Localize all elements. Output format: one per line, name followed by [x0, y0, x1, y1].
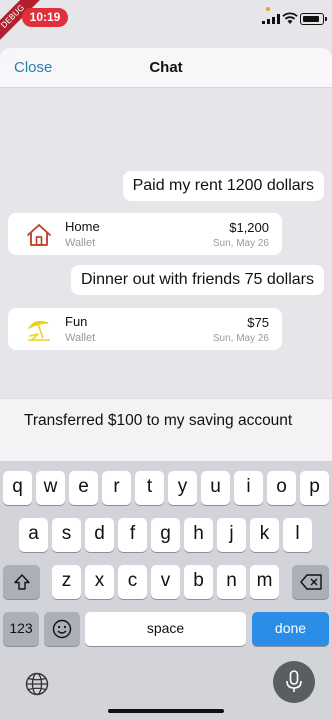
shift-key[interactable]	[3, 565, 40, 599]
key-v[interactable]: v	[151, 565, 180, 599]
key-r[interactable]: r	[102, 471, 131, 505]
message-input-text[interactable]: Transferred $100 to my saving account	[24, 410, 314, 431]
key-z[interactable]: z	[52, 565, 81, 599]
transaction-amount: $1,200	[229, 220, 269, 235]
transaction-amount: $75	[247, 315, 269, 330]
transaction-category: Fun	[65, 314, 88, 329]
beach-umbrella-icon	[27, 320, 50, 341]
shift-icon	[13, 574, 30, 590]
key-a[interactable]: a	[19, 518, 48, 552]
house-icon	[27, 224, 51, 246]
chat-header: Close Chat	[0, 48, 332, 88]
delete-key[interactable]	[292, 565, 329, 599]
wifi-icon	[282, 12, 298, 24]
space-key[interactable]: space	[85, 612, 246, 646]
key-y[interactable]: y	[168, 471, 197, 505]
dictation-button[interactable]	[273, 661, 315, 703]
key-m[interactable]: m	[250, 565, 279, 599]
battery-tip	[325, 17, 327, 21]
key-j[interactable]: j	[217, 518, 246, 552]
message-input[interactable]: Transferred $100 to my saving account	[0, 398, 332, 461]
transaction-date: Sun, May 26	[212, 238, 269, 249]
key-f[interactable]: f	[118, 518, 147, 552]
key-u[interactable]: u	[201, 471, 230, 505]
keyboard: q w e r t y u i o p a s d f g h j k l z …	[0, 461, 332, 720]
key-b[interactable]: b	[184, 565, 213, 599]
chat-messages[interactable]: Paid my rent 1200 dollars Home Wallet $1…	[0, 88, 332, 398]
close-button[interactable]: Close	[14, 59, 52, 76]
key-w[interactable]: w	[36, 471, 65, 505]
key-e[interactable]: e	[69, 471, 98, 505]
transaction-card[interactable]: Home Wallet $1,200 Sun, May 26	[8, 213, 282, 255]
emoji-key[interactable]	[44, 612, 80, 646]
privacy-indicator	[266, 7, 270, 11]
key-g[interactable]: g	[151, 518, 180, 552]
transaction-category: Home	[65, 219, 100, 234]
key-x[interactable]: x	[85, 565, 114, 599]
message-bubble: Paid my rent 1200 dollars	[122, 171, 324, 201]
key-o[interactable]: o	[267, 471, 296, 505]
status-time: 10:19	[22, 8, 68, 27]
transaction-account: Wallet	[65, 332, 96, 344]
key-h[interactable]: h	[184, 518, 213, 552]
transaction-date: Sun, May 26	[212, 333, 269, 344]
microphone-icon	[286, 670, 302, 692]
emoji-icon	[52, 619, 72, 639]
key-d[interactable]: d	[85, 518, 114, 552]
done-key[interactable]: done	[252, 612, 329, 646]
cellular-signal-icon	[262, 14, 280, 24]
key-p[interactable]: p	[300, 471, 329, 505]
globe-icon[interactable]	[25, 672, 49, 696]
battery-icon	[300, 13, 324, 25]
numbers-key[interactable]: 123	[3, 612, 39, 646]
key-c[interactable]: c	[118, 565, 147, 599]
home-indicator	[108, 709, 224, 713]
transaction-account: Wallet	[65, 237, 96, 249]
status-bar: DEBUG 10:19	[0, 0, 332, 47]
key-s[interactable]: s	[52, 518, 81, 552]
key-q[interactable]: q	[3, 471, 32, 505]
backspace-icon	[299, 574, 322, 590]
key-n[interactable]: n	[217, 565, 246, 599]
key-i[interactable]: i	[234, 471, 263, 505]
transaction-card[interactable]: Fun Wallet $75 Sun, May 26	[8, 308, 282, 350]
key-t[interactable]: t	[135, 471, 164, 505]
key-k[interactable]: k	[250, 518, 279, 552]
message-bubble: Dinner out with friends 75 dollars	[70, 265, 324, 295]
key-l[interactable]: l	[283, 518, 312, 552]
